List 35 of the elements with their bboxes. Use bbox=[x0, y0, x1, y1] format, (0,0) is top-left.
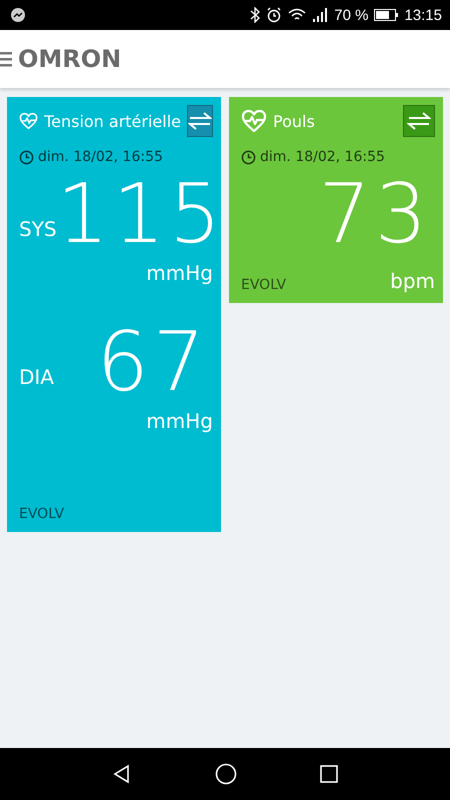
reading-unit: bpm bbox=[390, 269, 435, 293]
pulse-card[interactable]: Pouls dim. 18/02, 16:55 73 EVOLV bpm bbox=[229, 97, 443, 303]
back-icon[interactable] bbox=[112, 764, 132, 784]
reading-unit: mmHg bbox=[146, 409, 213, 433]
device-name: EVOLV bbox=[241, 277, 286, 293]
device-name: EVOLV bbox=[19, 506, 64, 522]
battery-percentage: 70 % bbox=[334, 6, 368, 24]
card-title: Tension artérielle bbox=[44, 112, 181, 130]
swap-button[interactable] bbox=[187, 105, 213, 137]
menu-icon[interactable] bbox=[0, 51, 12, 67]
measurement-date: dim. 18/02, 16:55 bbox=[38, 149, 163, 165]
home-icon[interactable] bbox=[214, 763, 237, 785]
clock-icon bbox=[241, 150, 256, 164]
reading-unit: mmHg bbox=[146, 261, 213, 285]
wifi-icon bbox=[288, 8, 306, 22]
reading-label: DIA bbox=[19, 365, 54, 389]
messenger-icon bbox=[10, 7, 26, 23]
clock-time: 13:15 bbox=[404, 6, 442, 24]
battery-icon bbox=[374, 9, 398, 21]
swap-icon bbox=[188, 111, 212, 131]
swap-icon bbox=[407, 111, 431, 131]
bluetooth-icon bbox=[250, 7, 260, 23]
measurement-date: dim. 18/02, 16:55 bbox=[260, 149, 385, 165]
blood-pressure-card[interactable]: Tension artérielle dim. 18/02, 16:55 SYS 115 mmHg DIA 67 mmHg EVOLV bbox=[7, 97, 221, 532]
card-title: Pouls bbox=[273, 112, 316, 130]
logo: OMRON bbox=[18, 45, 122, 73]
clock-icon bbox=[19, 150, 34, 164]
alarm-icon bbox=[266, 7, 282, 23]
reading-label: SYS bbox=[19, 217, 57, 241]
recents-icon[interactable] bbox=[320, 765, 338, 783]
signal-icon bbox=[312, 8, 328, 22]
swap-button[interactable] bbox=[403, 105, 435, 137]
heart-pulse-icon bbox=[241, 109, 267, 133]
reading-value: 67 bbox=[96, 325, 209, 401]
reading-value: 73 bbox=[318, 177, 431, 253]
